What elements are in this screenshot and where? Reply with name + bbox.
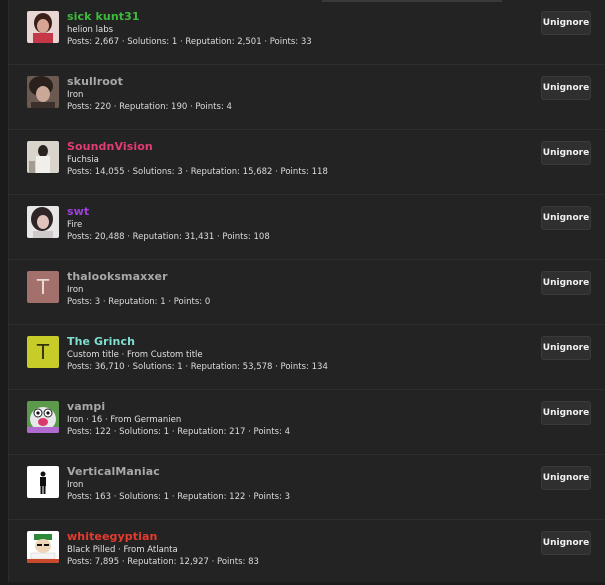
avatar[interactable]: [27, 11, 59, 43]
username-link[interactable]: sick kunt31: [67, 10, 140, 23]
unignore-button[interactable]: Unignore: [541, 271, 591, 295]
list-item: SoundnVision Fuchsia Posts: 14,055 · Sol…: [8, 130, 605, 195]
username-link[interactable]: skullroot: [67, 75, 123, 88]
user-title: Custom title · From Custom title: [67, 350, 203, 360]
user-title: Fire: [67, 220, 83, 230]
username-link[interactable]: VerticalManiac: [67, 465, 160, 478]
username-link[interactable]: The Grinch: [67, 335, 135, 348]
user-stats: Posts: 36,710 · Solutions: 1 · Reputatio…: [67, 362, 328, 372]
unignore-button[interactable]: Unignore: [541, 401, 591, 425]
user-stats: Posts: 220 · Reputation: 190 · Points: 4: [67, 102, 232, 112]
list-item: skullroot Iron Posts: 220 · Reputation: …: [8, 65, 605, 130]
avatar[interactable]: [27, 531, 59, 563]
user-stats: Posts: 3 · Reputation: 1 · Points: 0: [67, 297, 211, 307]
unignore-button[interactable]: Unignore: [541, 206, 591, 230]
unignore-button[interactable]: Unignore: [541, 11, 591, 35]
user-title: Iron · 16 · From Germanien: [67, 415, 182, 425]
avatar[interactable]: [27, 141, 59, 173]
user-title: helion labs: [67, 25, 114, 35]
unignore-button[interactable]: Unignore: [541, 76, 591, 100]
username-link[interactable]: thalooksmaxxer: [67, 270, 168, 283]
unignore-button[interactable]: Unignore: [541, 531, 591, 555]
username-link[interactable]: swt: [67, 205, 89, 218]
unignore-button[interactable]: Unignore: [541, 336, 591, 360]
list-item: T The Grinch Custom title · From Custom …: [8, 325, 605, 390]
user-stats: Posts: 20,488 · Reputation: 31,431 · Poi…: [67, 232, 270, 242]
user-stats: Posts: 14,055 · Solutions: 3 · Reputatio…: [67, 167, 328, 177]
user-stats: Posts: 122 · Solutions: 1 · Reputation: …: [67, 427, 291, 437]
unignore-button[interactable]: Unignore: [541, 141, 591, 165]
user-title: Fuchsia: [67, 155, 99, 165]
username-link[interactable]: whiteegyptian: [67, 530, 157, 543]
avatar-letter: T: [27, 271, 59, 303]
user-title: Iron: [67, 90, 84, 100]
list-item: T thalooksmaxxer Iron Posts: 3 · Reputat…: [8, 260, 605, 325]
list-item: whiteegyptian Black Pilled · From Atlant…: [8, 520, 605, 585]
avatar-letter: T: [27, 336, 59, 368]
user-title: Iron: [67, 285, 84, 295]
avatar[interactable]: [27, 76, 59, 108]
avatar[interactable]: [27, 466, 59, 498]
username-link[interactable]: SoundnVision: [67, 140, 153, 153]
user-title: Black Pilled · From Atlanta: [67, 545, 178, 555]
avatar[interactable]: [27, 206, 59, 238]
avatar[interactable]: [27, 401, 59, 433]
avatar[interactable]: T: [27, 271, 59, 303]
user-stats: Posts: 2,667 · Solutions: 1 · Reputation…: [67, 37, 312, 47]
list-item: vampi Iron · 16 · From Germanien Posts: …: [8, 390, 605, 455]
user-title: Iron: [67, 480, 84, 490]
username-link[interactable]: vampi: [67, 400, 105, 413]
list-item: swt Fire Posts: 20,488 · Reputation: 31,…: [8, 195, 605, 260]
unignore-button[interactable]: Unignore: [541, 466, 591, 490]
avatar[interactable]: T: [27, 336, 59, 368]
user-stats: Posts: 7,895 · Reputation: 12,927 · Poin…: [67, 557, 259, 567]
list-item: sick kunt31 helion labs Posts: 2,667 · S…: [8, 0, 605, 65]
user-stats: Posts: 163 · Solutions: 1 · Reputation: …: [67, 492, 291, 502]
list-item: VerticalManiac Iron Posts: 163 · Solutio…: [8, 455, 605, 520]
